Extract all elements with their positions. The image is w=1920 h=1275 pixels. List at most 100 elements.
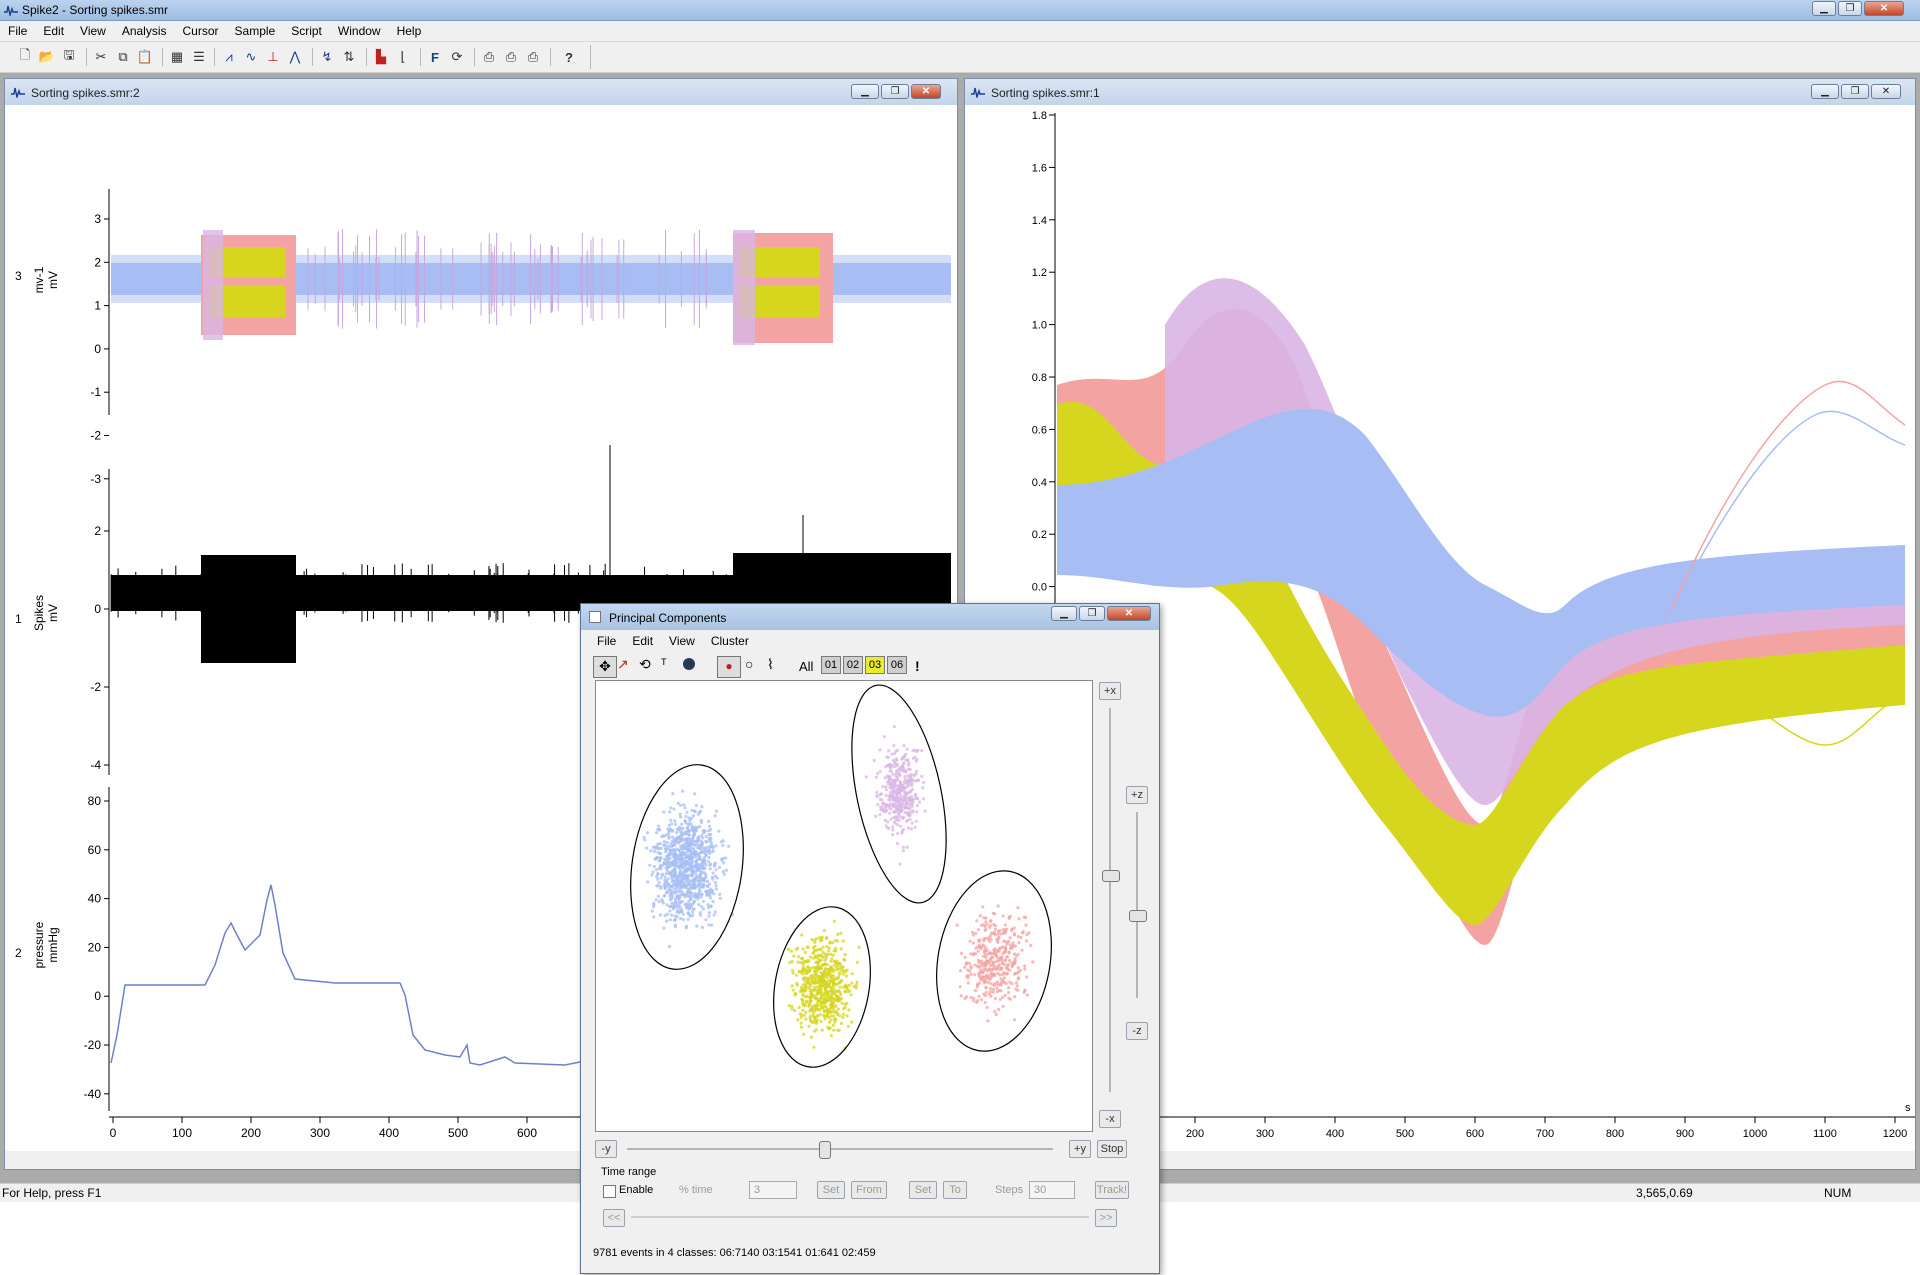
plus-y-button[interactable]: +y [1069,1140,1091,1158]
pc-menu-file[interactable]: File [589,634,624,648]
menu-analysis[interactable]: Analysis [114,24,175,38]
line-tool-icon[interactable]: ↗ [617,656,629,673]
from-button[interactable]: From [851,1181,887,1199]
menu-window[interactable]: Window [330,24,389,38]
waveform-y-tick-label: 0.4 [1032,477,1047,489]
save-icon[interactable]: 🖫 [60,47,78,66]
time-x-tick-label: 500 [448,1126,468,1140]
class-02-button[interactable]: 02 [843,656,863,674]
axis-tool-icon[interactable]: ᵀ [661,656,667,671]
time-scroll-track[interactable] [631,1216,1089,1218]
class-03-button[interactable]: 03 [865,656,885,674]
main-window-controls: ▁ ❐ ✕ [1812,1,1904,17]
print-visible-icon[interactable]: ⎙ [502,48,520,66]
plus-z-button[interactable]: +z [1126,786,1148,804]
waveform-overlay [1057,278,1906,945]
z-rotation-slider[interactable] [1129,910,1147,922]
rotate-tool-icon[interactable]: ⟲ [639,656,651,673]
maximize-icon[interactable]: ❐ [881,84,909,99]
paste-icon[interactable]: 📋 [136,48,154,66]
minus-y-button[interactable]: -y [595,1140,617,1158]
new-file-icon[interactable]: 🗋 [16,47,34,66]
measure-icon[interactable]: ⇅ [340,48,358,66]
maximize-icon[interactable]: ❐ [1079,606,1105,621]
menu-script[interactable]: Script [283,24,330,38]
next-button[interactable]: >> [1095,1209,1117,1227]
minus-z-button[interactable]: -z [1126,1022,1148,1040]
minimize-icon[interactable]: ▁ [1812,1,1836,16]
close-icon[interactable]: ✕ [1107,606,1151,621]
menu-edit[interactable]: Edit [35,24,72,38]
new-window-icon[interactable]: ▦ [168,48,186,66]
channel-2-y-tick-label: 0 [94,989,101,1003]
channel-2-number: 2 [15,946,22,960]
pc-menu-cluster[interactable]: Cluster [703,634,757,648]
pca-scatter-plot[interactable] [595,680,1093,1132]
point-tool-icon[interactable] [683,658,695,670]
cut-icon[interactable]: ✂ [92,48,110,66]
maximize-icon[interactable]: ❐ [1841,84,1869,99]
class-01-button[interactable]: 01 [821,656,841,674]
close-icon[interactable]: ✕ [1871,84,1901,99]
close-icon[interactable]: ✕ [1864,1,1904,16]
polygon-tool-icon[interactable]: ⌇ [767,656,774,673]
pc-status-text: 9781 events in 4 classes: 06:7140 03:154… [593,1247,876,1259]
help-icon[interactable]: ? [560,48,578,66]
x-rotation-slider[interactable] [1102,870,1120,882]
move-tool-icon[interactable]: ✥ [593,656,617,678]
maximize-icon[interactable]: ❐ [1838,1,1862,16]
exclaim-button[interactable]: ! [915,658,920,674]
menu-view[interactable]: View [72,24,114,38]
font-icon[interactable]: F [426,48,444,66]
cluster-01-ellipse[interactable] [923,862,1065,1061]
channel-1-unit: mV [46,604,60,622]
waveform-x-tick-label: 200 [1186,1128,1204,1140]
enable-checkbox[interactable] [603,1185,616,1198]
copy-icon[interactable]: ⧉ [114,48,132,66]
pc-menu-edit[interactable]: Edit [624,634,661,648]
menu-cursor[interactable]: Cursor [175,24,227,38]
settings-icon[interactable]: ☰ [190,48,208,66]
class-06-button[interactable]: 06 [887,656,907,674]
previous-button[interactable]: << [603,1209,625,1227]
set-from-button[interactable]: Set [817,1181,845,1199]
plus-x-button[interactable]: +x [1099,682,1121,700]
waveform-icon[interactable]: ⩘ [220,48,238,66]
trigger-icon[interactable]: ⊥ [264,48,282,66]
print-icon[interactable]: ⎙ [480,48,498,66]
menu-sample[interactable]: Sample [227,24,284,38]
close-icon[interactable]: ✕ [911,84,941,99]
to-button[interactable]: To [943,1181,967,1199]
histogram-icon[interactable]: ▙ [372,48,390,66]
time-view-caption: Sorting spikes.smr:2 ▁ ❐ ✕ [5,79,957,105]
cluster-06-ellipse[interactable] [618,757,756,976]
minus-x-button[interactable]: -x [1099,1110,1121,1128]
event-icon[interactable]: ⋀ [286,48,304,66]
waveform-y-tick-label: 0.0 [1032,582,1047,594]
y-rotation-slider[interactable] [819,1141,831,1159]
all-classes-label[interactable]: All [799,659,813,674]
pc-menu-view[interactable]: View [661,634,703,648]
cluster-02-ellipse[interactable] [835,680,963,911]
channel-3-trace: 3 2 1 0 -1 -2 -3 3 mv-1 mV [15,189,951,486]
menu-file[interactable]: File [0,24,35,38]
set-to-button[interactable]: Set [909,1181,937,1199]
open-folder-icon[interactable]: 📂 [38,48,56,66]
print-screen-icon[interactable]: ⎙ [524,48,542,66]
pct-time-input[interactable]: 3 [749,1181,797,1199]
script-icon[interactable]: ⟳ [448,48,466,66]
cluster-color-icon[interactable]: ● [717,656,741,678]
waveform-view-controls: ▁ ❐ ✕ [1811,84,1901,100]
menu-help[interactable]: Help [389,24,430,38]
minimize-icon[interactable]: ▁ [851,84,879,99]
ellipse-tool-icon[interactable]: ○ [745,656,753,672]
cursor-icon[interactable]: ↯ [318,48,336,66]
steps-input[interactable]: 30 [1029,1181,1075,1199]
channel-3-y-tick-label: 1 [94,299,101,313]
track-button[interactable]: Track! [1095,1181,1129,1199]
wave-icon[interactable]: ∿ [242,48,260,66]
minimize-icon[interactable]: ▁ [1051,606,1077,621]
xy-icon[interactable]: ⌊ [394,48,412,66]
minimize-icon[interactable]: ▁ [1811,84,1839,99]
stop-button[interactable]: Stop [1097,1140,1127,1158]
